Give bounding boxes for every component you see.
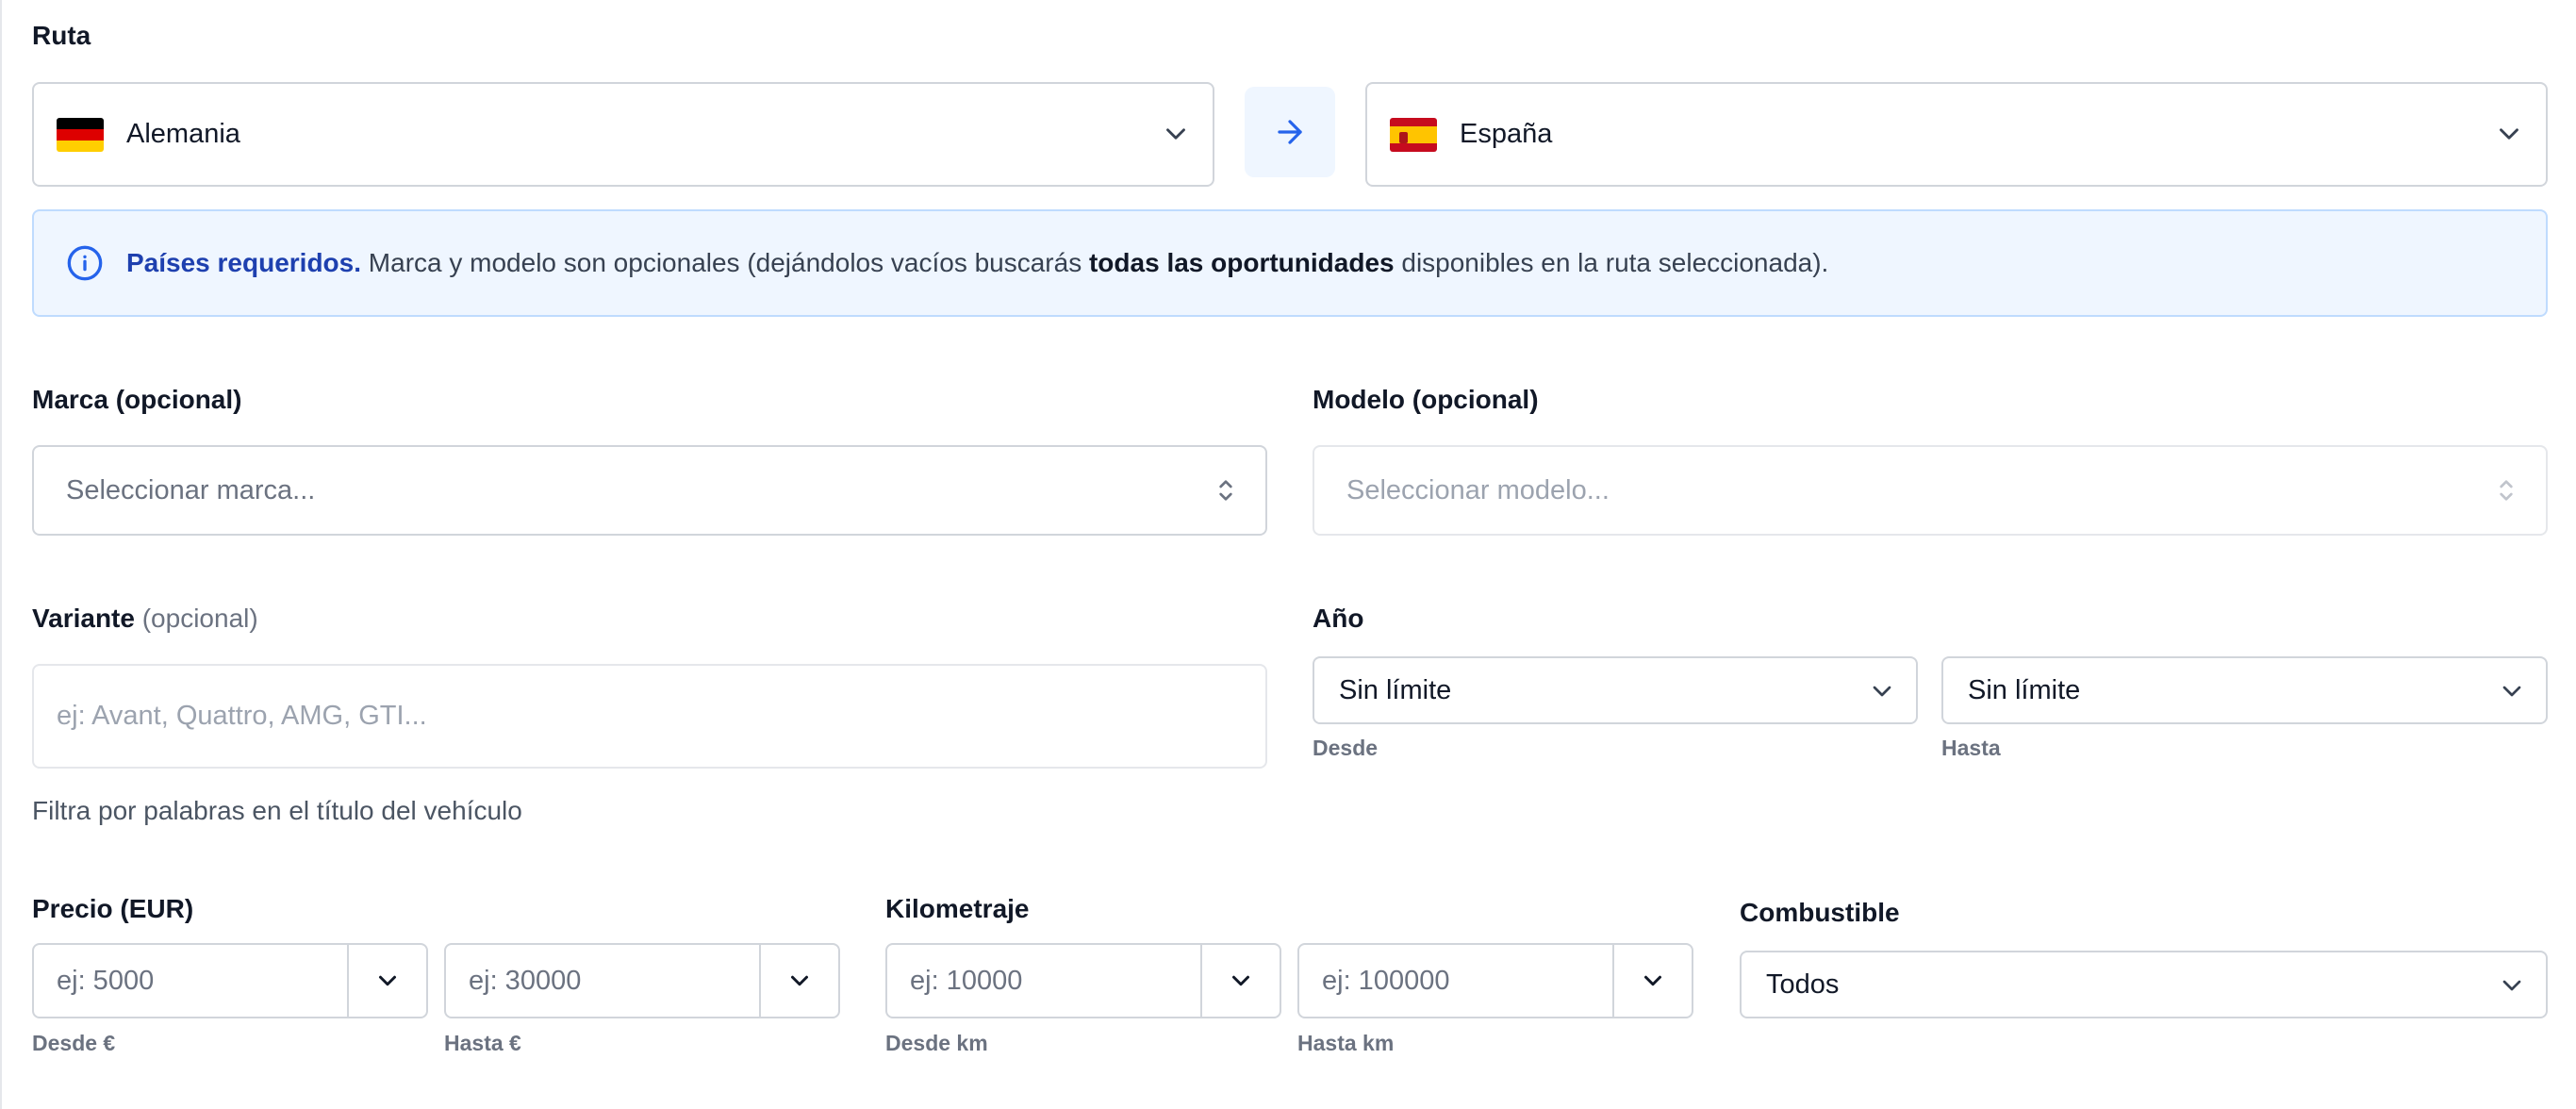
price-label: Precio (EUR) bbox=[32, 894, 194, 923]
fuel-value: Todos bbox=[1766, 968, 1840, 1000]
chevron-down-icon bbox=[1160, 118, 1192, 150]
mileage-from-input[interactable]: ej: 10000 bbox=[887, 945, 1200, 1017]
destination-country-select[interactable]: España bbox=[1365, 82, 2548, 187]
price-from-caption: Desde € bbox=[32, 1031, 116, 1055]
chevron-down-icon bbox=[2497, 970, 2527, 1001]
chevron-down-icon bbox=[1232, 975, 1249, 986]
variant-label-text: Variante bbox=[32, 604, 135, 633]
chevron-up-down-icon bbox=[2491, 475, 2521, 505]
chevron-up-down-icon bbox=[1211, 475, 1241, 505]
year-to-value: Sin límite bbox=[1968, 674, 2081, 705]
notice-bold: todas las oportunidades bbox=[1088, 248, 1395, 277]
model-select[interactable]: Seleccionar modelo... bbox=[1313, 445, 2548, 536]
notice-lead: Países requeridos. bbox=[126, 248, 362, 277]
spain-flag-icon bbox=[1390, 117, 1437, 152]
price-from-combobox[interactable]: ej: 5000 bbox=[32, 943, 428, 1018]
brand-label: Marca (opcional) bbox=[32, 385, 242, 414]
chevron-down-icon bbox=[379, 975, 396, 986]
route-label: Ruta bbox=[32, 21, 91, 50]
variant-input[interactable]: ej: Avant, Quattro, AMG, GTI... bbox=[32, 664, 1267, 769]
chevron-down-icon bbox=[791, 975, 808, 986]
chevron-down-icon bbox=[1867, 676, 1897, 706]
mileage-label: Kilometraje bbox=[885, 894, 1030, 923]
left-border bbox=[0, 0, 2, 1109]
variant-placeholder: ej: Avant, Quattro, AMG, GTI... bbox=[57, 701, 427, 731]
notice-text-after: disponibles en la ruta seleccionada). bbox=[1394, 248, 1829, 277]
mileage-to-input[interactable]: ej: 100000 bbox=[1299, 945, 1612, 1017]
year-from-value: Sin límite bbox=[1339, 674, 1452, 705]
route-direction-button[interactable] bbox=[1245, 87, 1335, 177]
mileage-from-combobox[interactable]: ej: 10000 bbox=[885, 943, 1281, 1018]
brand-placeholder: Seleccionar marca... bbox=[66, 474, 316, 505]
info-icon bbox=[67, 245, 103, 281]
fuel-label: Combustible bbox=[1740, 898, 1900, 927]
year-from-caption: Desde bbox=[1313, 736, 1379, 760]
year-from-select[interactable]: Sin límite bbox=[1313, 656, 1918, 724]
mileage-from-dropdown-button[interactable] bbox=[1200, 945, 1280, 1017]
chevron-down-icon bbox=[2497, 676, 2527, 706]
origin-country-select[interactable]: Alemania bbox=[32, 82, 1214, 187]
mileage-to-caption: Hasta km bbox=[1297, 1031, 1395, 1055]
germany-flag-icon bbox=[57, 117, 104, 152]
model-label: Modelo (opcional) bbox=[1313, 385, 1539, 414]
required-countries-notice: Países requeridos. Marca y modelo son op… bbox=[32, 209, 2548, 317]
price-from-input[interactable]: ej: 5000 bbox=[34, 945, 347, 1017]
year-to-caption: Hasta bbox=[1941, 736, 2001, 760]
price-to-input[interactable]: ej: 30000 bbox=[446, 945, 759, 1017]
price-from-dropdown-button[interactable] bbox=[347, 945, 426, 1017]
variant-label: Variante (opcional) bbox=[32, 604, 258, 634]
origin-country-value: Alemania bbox=[126, 119, 240, 149]
notice-text-before: Marca y modelo son opcionales (dejándolo… bbox=[361, 248, 1089, 277]
mileage-to-combobox[interactable]: ej: 100000 bbox=[1297, 943, 1693, 1018]
mileage-to-dropdown-button[interactable] bbox=[1612, 945, 1692, 1017]
price-to-caption: Hasta € bbox=[444, 1031, 521, 1055]
price-to-combobox[interactable]: ej: 30000 bbox=[444, 943, 840, 1018]
chevron-down-icon bbox=[2493, 118, 2525, 150]
brand-select[interactable]: Seleccionar marca... bbox=[32, 445, 1267, 536]
arrow-right-icon bbox=[1278, 120, 1302, 144]
variant-helper-text: Filtra por palabras en el título del veh… bbox=[32, 796, 522, 825]
year-to-select[interactable]: Sin límite bbox=[1941, 656, 2548, 724]
variant-optional-text: (opcional) bbox=[141, 604, 258, 633]
year-label: Año bbox=[1313, 604, 1364, 633]
search-form: Ruta Alemania España Países requeridos. … bbox=[0, 0, 2576, 1109]
model-placeholder: Seleccionar modelo... bbox=[1346, 474, 1610, 505]
fuel-select[interactable]: Todos bbox=[1740, 951, 2548, 1018]
price-to-dropdown-button[interactable] bbox=[759, 945, 838, 1017]
mileage-from-caption: Desde km bbox=[885, 1031, 988, 1055]
notice-message: Países requeridos. Marca y modelo son op… bbox=[126, 248, 1828, 278]
destination-country-value: España bbox=[1460, 119, 1553, 149]
chevron-down-icon bbox=[1644, 975, 1661, 986]
